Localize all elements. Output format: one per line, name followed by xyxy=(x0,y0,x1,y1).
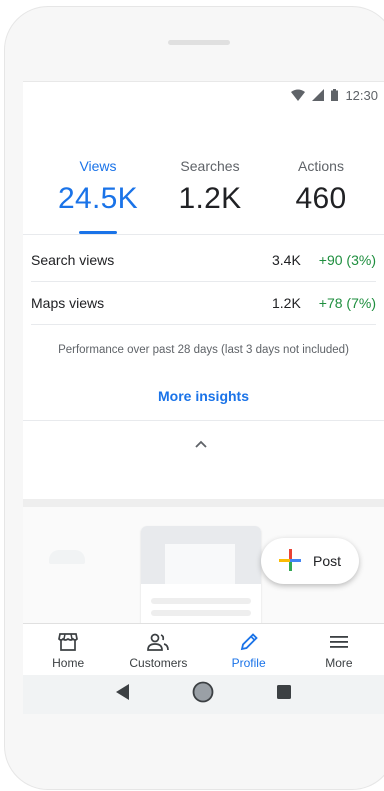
nav-customers[interactable]: Customers xyxy=(118,624,198,670)
stat-name: Search views xyxy=(31,252,115,268)
nav-profile[interactable]: Profile xyxy=(209,624,289,670)
people-icon xyxy=(147,631,170,653)
section-divider-band xyxy=(23,499,384,507)
nav-label: Profile xyxy=(231,656,266,670)
status-bar: 12:30 xyxy=(291,86,378,104)
stat-row-search-views: Search views 3.4K +90 (3%) xyxy=(31,250,376,270)
stat-value: 3.4K xyxy=(271,252,301,268)
stat-name: Maps views xyxy=(31,295,105,311)
metric-views[interactable]: Views 24.5K xyxy=(43,158,153,216)
nav-more[interactable]: More xyxy=(299,624,379,670)
battery-icon xyxy=(331,89,339,101)
metric-value: 24.5K xyxy=(58,182,138,215)
bottom-navigation: Home Customers Profile More xyxy=(23,623,384,676)
divider xyxy=(23,234,384,235)
back-icon[interactable] xyxy=(116,684,130,705)
metric-value: 1.2K xyxy=(178,182,242,215)
cloud-illustration xyxy=(49,550,85,564)
divider xyxy=(31,324,376,325)
nav-label: More xyxy=(325,656,353,670)
stat-value: 1.2K xyxy=(271,295,301,311)
metric-label: Actions xyxy=(298,158,344,174)
google-plus-icon xyxy=(278,548,301,574)
nav-label: Customers xyxy=(129,656,188,670)
metric-searches[interactable]: Searches 1.2K xyxy=(155,158,265,216)
nav-home[interactable]: Home xyxy=(28,624,108,670)
chevron-up-icon[interactable] xyxy=(194,436,208,454)
metric-label: Views xyxy=(79,158,117,174)
status-time: 12:30 xyxy=(345,87,378,103)
storefront-illustration xyxy=(141,526,261,636)
pencil-icon xyxy=(239,631,259,653)
metric-value: 460 xyxy=(295,182,347,215)
speaker-grille xyxy=(168,40,230,45)
menu-icon xyxy=(329,631,348,653)
storefront-icon xyxy=(165,544,235,584)
more-insights-link[interactable]: More insights xyxy=(23,388,384,404)
system-navigation-bar xyxy=(23,675,384,714)
metric-actions[interactable]: Actions 460 xyxy=(266,158,376,216)
store-icon xyxy=(58,631,79,653)
divider xyxy=(31,281,376,282)
wifi-icon xyxy=(291,89,306,101)
recents-icon[interactable] xyxy=(276,685,291,704)
metric-label: Searches xyxy=(180,158,240,174)
phone-screen: 12:30 Views 24.5K Searches 1.2K Actions … xyxy=(23,81,384,714)
nav-label: Home xyxy=(52,656,85,670)
home-circle-icon[interactable] xyxy=(192,681,214,708)
stat-delta: +90 (3%) xyxy=(318,252,376,268)
create-post-button[interactable]: Post xyxy=(261,538,359,584)
signal-icon xyxy=(312,89,325,101)
performance-note: Performance over past 28 days (last 3 da… xyxy=(58,344,349,356)
post-button-label: Post xyxy=(312,553,341,569)
stat-row-maps-views: Maps views 1.2K +78 (7%) xyxy=(31,293,376,313)
stat-delta: +78 (7%) xyxy=(318,295,376,311)
divider xyxy=(23,420,384,421)
